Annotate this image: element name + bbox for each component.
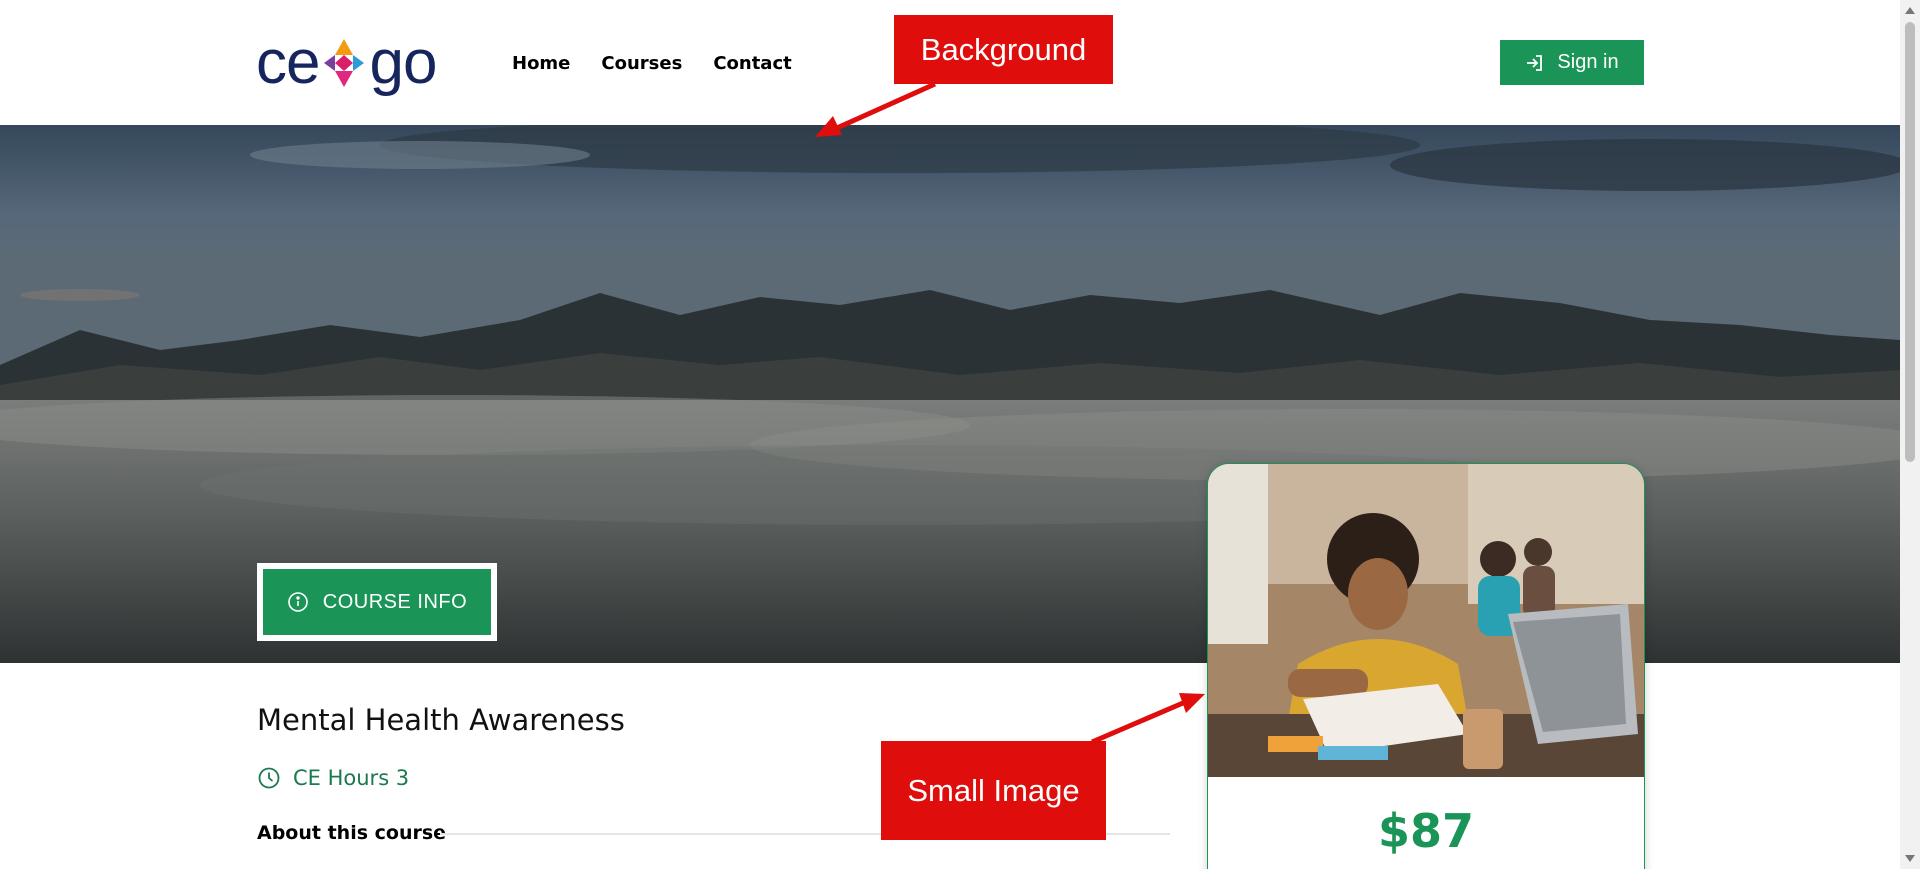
signin-label: Sign in <box>1557 51 1619 73</box>
about-heading: About this course <box>257 822 447 844</box>
info-icon <box>287 592 308 612</box>
annotation-background-label: Background <box>894 15 1113 84</box>
course-title: Mental Health Awareness <box>257 703 625 737</box>
scroll-up-arrow-icon[interactable] <box>1905 7 1915 14</box>
main-nav: Home Courses Contact <box>512 53 792 74</box>
signin-icon <box>1527 54 1543 71</box>
clock-icon <box>258 767 280 789</box>
annotation-small-image-label: Small Image <box>881 741 1106 840</box>
student-laptop-illustration <box>1208 464 1644 777</box>
arrow-to-small-image <box>1091 697 1191 745</box>
logo-mark-icon <box>324 39 365 87</box>
page-scrollbar[interactable] <box>1900 0 1920 869</box>
scroll-down-arrow-icon[interactable] <box>1905 855 1915 862</box>
course-price: $87 <box>1377 804 1475 858</box>
nav-contact[interactable]: Contact <box>713 53 791 74</box>
course-info-label: COURSE INFO <box>322 590 468 613</box>
arrow-head-small-image <box>1179 693 1205 713</box>
logo-text-left: ce <box>256 28 320 97</box>
logo-text-right: go <box>369 28 437 97</box>
ce-hours-text: CE Hours 3 <box>293 766 410 790</box>
course-info-button[interactable]: COURSE INFO <box>257 563 497 641</box>
signin-button[interactable]: Sign in <box>1500 40 1644 85</box>
course-card: $87 <box>1207 463 1645 869</box>
ce-hours: CE Hours 3 <box>257 766 409 790</box>
nav-courses[interactable]: Courses <box>601 53 682 74</box>
course-thumbnail-image <box>1208 464 1644 777</box>
cexgo-logo[interactable]: ce go <box>256 28 437 97</box>
scroll-thumb[interactable] <box>1905 22 1915 462</box>
nav-home[interactable]: Home <box>512 53 570 74</box>
